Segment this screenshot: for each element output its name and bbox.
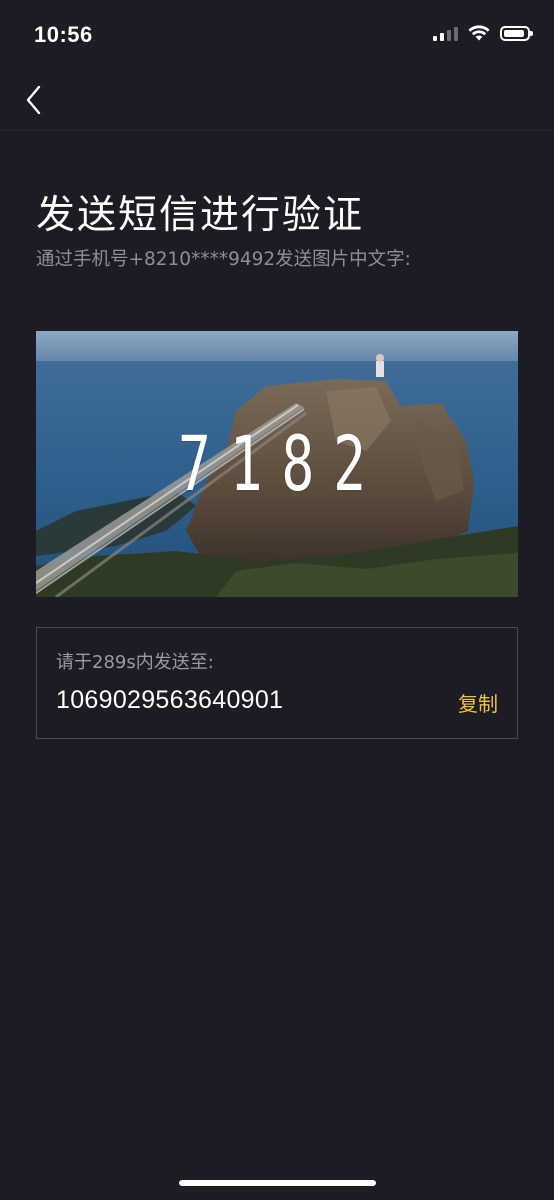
chevron-left-icon	[26, 85, 41, 115]
page-subtitle: 通过手机号+8210****9492发送图片中文字:	[36, 249, 411, 270]
status-icons	[433, 25, 533, 41]
status-time: 10:56	[34, 22, 93, 47]
send-number-box: 请于289s内发送至: 1069029563640901 复制	[36, 627, 518, 739]
navigation-bar	[0, 70, 554, 131]
send-countdown-hint: 请于289s内发送至:	[56, 652, 214, 673]
sms-verification-screen: 10:56 发送短信进行验证 通过手机号+8210****9492发送图片中文字…	[0, 0, 554, 1200]
status-bar: 10:56	[0, 0, 554, 70]
page-title: 发送短信进行验证	[36, 193, 365, 238]
copy-button[interactable]: 复制	[458, 688, 498, 717]
cellular-signal-icon	[433, 25, 458, 41]
captcha-code: 7182	[178, 419, 385, 508]
captcha-image: 7182	[36, 331, 518, 597]
destination-number: 1069029563640901	[56, 686, 284, 714]
home-indicator[interactable]	[179, 1180, 376, 1186]
wifi-icon	[468, 25, 490, 41]
battery-icon	[500, 25, 533, 41]
back-button[interactable]	[14, 78, 54, 122]
